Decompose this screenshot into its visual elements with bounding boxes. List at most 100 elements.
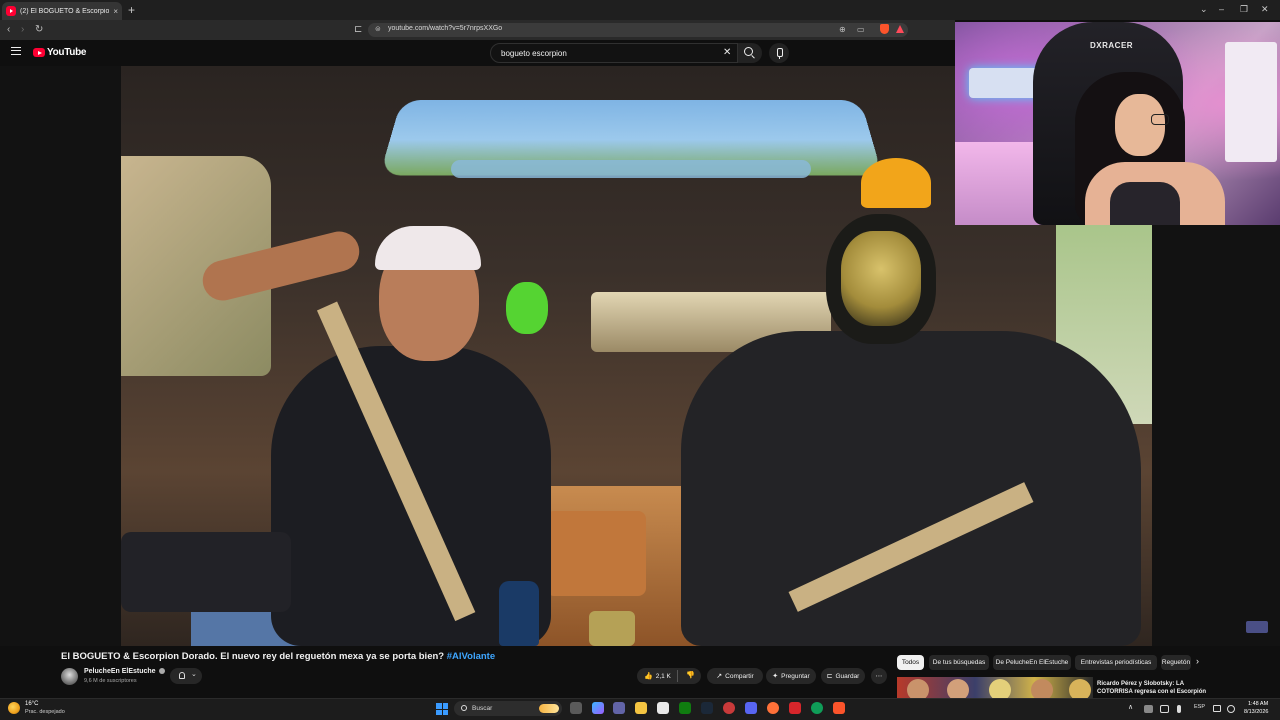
tab-search-dropdown-icon[interactable]: ⌄: [1200, 3, 1208, 15]
subscriber-count: 9,6 M de suscriptores: [84, 678, 137, 684]
webcam-dresser: [1225, 42, 1277, 162]
thumbnail-face: [1031, 679, 1053, 699]
chip-de-tus-busquedas[interactable]: De tus búsquedas: [929, 655, 989, 670]
search-icon: [744, 47, 753, 56]
video-scene-cap: [375, 226, 481, 270]
tray-microphone-icon[interactable]: [1177, 705, 1181, 713]
clock-time[interactable]: 1:48 AM: [1248, 701, 1268, 707]
video-scene-mohawk: [861, 158, 931, 208]
webcam-chair-brand: DXRACER: [1090, 41, 1134, 50]
clear-search-icon[interactable]: ✕: [723, 47, 731, 58]
youtube-logo-text[interactable]: YouTube: [47, 47, 87, 58]
browser-tab-youtube[interactable]: (2) El BOGUETO & Escorpion Dorado ×: [2, 2, 122, 20]
thumbnail-face: [989, 679, 1011, 699]
dislike-button[interactable]: 👎: [686, 671, 695, 679]
menu-icon[interactable]: [11, 47, 21, 55]
tray-app-icon[interactable]: [1144, 705, 1153, 713]
task-view-icon[interactable]: [570, 702, 582, 714]
chip-todos[interactable]: Todos: [897, 655, 924, 670]
save-button[interactable]: ⊏ Guardar: [821, 668, 865, 684]
brave-icon[interactable]: [833, 702, 845, 714]
chip-regueton[interactable]: Reguetón: [1161, 655, 1191, 670]
video-scene-right-person: [681, 331, 1141, 646]
app-icon[interactable]: [723, 702, 735, 714]
windows-start-icon[interactable]: [436, 703, 448, 715]
channel-avatar[interactable]: [61, 668, 78, 685]
maximize-button[interactable]: ❐: [1240, 3, 1248, 15]
cast-icon[interactable]: ▭: [857, 24, 865, 36]
steam-icon[interactable]: [701, 702, 713, 714]
weather-icon[interactable]: [8, 702, 20, 714]
zoom-icon[interactable]: ⊕: [839, 24, 846, 36]
tray-volume-icon[interactable]: [1227, 705, 1235, 713]
search-button[interactable]: [738, 43, 762, 63]
save-label: Guardar: [835, 672, 860, 680]
new-tab-button[interactable]: +: [128, 3, 135, 17]
back-button[interactable]: ‹: [7, 23, 10, 37]
more-actions-button[interactable]: ⋯: [871, 668, 887, 684]
search-input[interactable]: bogueto escorpion ✕: [490, 43, 738, 63]
video-title: El BOGUETO & Escorpion Dorado. El nuevo …: [61, 651, 495, 662]
calendar-icon[interactable]: [657, 702, 669, 714]
tray-network-icon[interactable]: [1160, 705, 1169, 713]
edge-icon[interactable]: [811, 702, 823, 714]
tray-display-icon[interactable]: [1213, 705, 1221, 712]
video-hashtag[interactable]: #AlVolante: [447, 651, 495, 662]
channel-name[interactable]: PelucheEn ElEstuche: [84, 668, 165, 675]
video-scene-gold-mask: [841, 231, 921, 326]
ask-button[interactable]: ✦ Preguntar: [766, 668, 816, 684]
tray-overflow-icon[interactable]: ∧: [1128, 703, 1133, 713]
discord-icon[interactable]: [745, 702, 757, 714]
minimize-button[interactable]: –: [1219, 3, 1224, 15]
chip-de-peluchen[interactable]: De PelucheEn ElEstuche: [993, 655, 1071, 670]
close-window-button[interactable]: ✕: [1261, 3, 1269, 15]
weather-temperature[interactable]: 16°C: [25, 701, 38, 707]
video-scene-bag: [121, 532, 291, 612]
miniplayer-toggle-icon[interactable]: [1246, 621, 1268, 633]
file-explorer-icon[interactable]: [635, 702, 647, 714]
share-button[interactable]: ↗ Compartir: [707, 668, 763, 684]
verified-icon: [158, 668, 165, 675]
youtube-logo-icon[interactable]: [33, 48, 45, 57]
webcam-overlay: DXRACER: [955, 22, 1280, 225]
subscription-bell-button[interactable]: ⌄: [170, 668, 202, 684]
input-language[interactable]: ESP: [1194, 704, 1205, 710]
forward-button[interactable]: ›: [21, 23, 24, 37]
search-highlight-icon: [539, 704, 559, 713]
weather-description[interactable]: Prac. despejado: [25, 709, 65, 715]
reload-button[interactable]: ↻: [35, 23, 43, 37]
brave-rewards-icon[interactable]: [896, 25, 904, 33]
xbox-icon[interactable]: [679, 702, 691, 714]
bell-icon: [179, 672, 185, 679]
channel-name-text[interactable]: PelucheEn ElEstuche: [84, 668, 156, 675]
copilot-icon[interactable]: [592, 702, 604, 714]
brave-shield-icon[interactable]: [880, 24, 889, 34]
recommendation-thumbnail[interactable]: [897, 677, 1093, 699]
chevron-down-icon: ⌄: [191, 671, 197, 678]
taskbar-search[interactable]: Buscar: [454, 701, 562, 716]
clock-date[interactable]: 8/13/2026: [1244, 709, 1268, 715]
browser-tab-strip: (2) El BOGUETO & Escorpion Dorado × + ⌄ …: [0, 0, 1280, 20]
address-bar[interactable]: ⊜ youtube.com/watch?v=5r7nrpsXXGo: [368, 23, 908, 37]
site-info-icon[interactable]: ⊜: [375, 25, 381, 33]
chips-next-icon[interactable]: ›: [1196, 656, 1199, 666]
firefox-icon[interactable]: [767, 702, 779, 714]
video-scene-console: [546, 511, 646, 596]
voice-search-button[interactable]: [769, 43, 789, 63]
youtube-favicon-icon: [6, 6, 16, 16]
teams-icon[interactable]: [613, 702, 625, 714]
video-scene-green-mask: [506, 282, 548, 334]
chip-entrevistas[interactable]: Entrevistas periodísticas: [1075, 655, 1157, 670]
webcam-glasses: [1151, 114, 1169, 125]
search-query[interactable]: bogueto escorpion: [501, 49, 567, 58]
tab-title: (2) El BOGUETO & Escorpion Dorado: [20, 7, 110, 15]
tab-close-icon[interactable]: ×: [113, 7, 118, 16]
video-app-icon[interactable]: [789, 702, 801, 714]
thumbnail-face: [947, 679, 969, 699]
taskbar-search-placeholder: Buscar: [472, 705, 493, 712]
video-scene-can: [589, 611, 635, 646]
url-text[interactable]: youtube.com/watch?v=5r7nrpsXXGo: [388, 25, 502, 32]
bookmark-icon[interactable]: ⊏: [354, 23, 362, 37]
recommendation-title[interactable]: Ricardo Pérez y Slobotsky: LA COTORRISA …: [1097, 680, 1217, 696]
playlist-add-icon: ⊏: [826, 673, 833, 680]
